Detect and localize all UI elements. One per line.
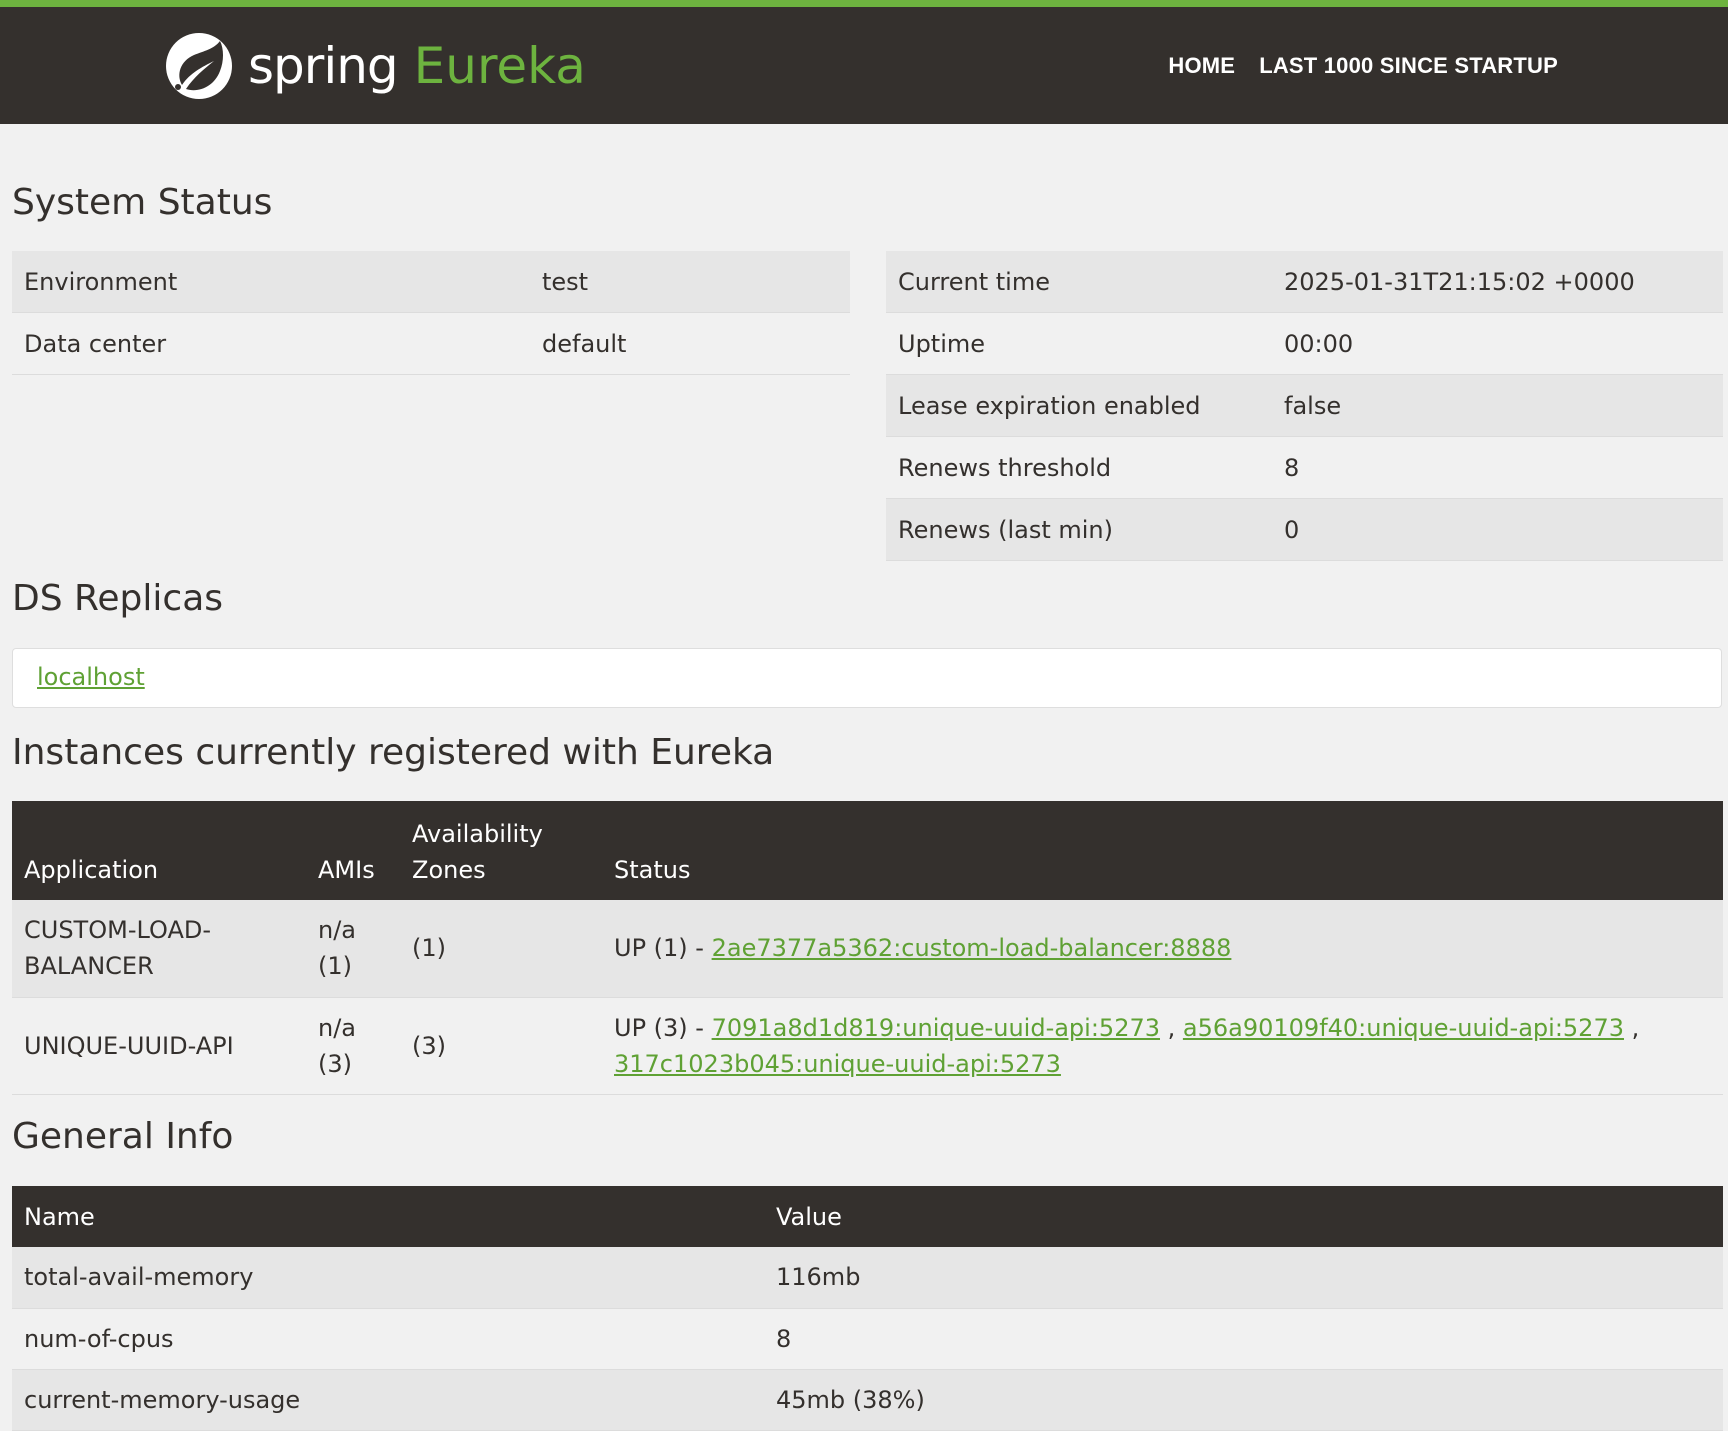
amis-cell: n/a (1) xyxy=(306,900,400,998)
brand-spring-text: spring xyxy=(248,37,399,95)
instances-table: Application AMIs Availability Zones Stat… xyxy=(12,801,1723,1095)
col-header-status: Status xyxy=(602,801,1723,900)
nav-last1000-link[interactable]: LAST 1000 SINCE STARTUP xyxy=(1259,53,1558,79)
zones-header-line1: Availability xyxy=(412,820,543,848)
table-row: total-avail-memory 116mb xyxy=(12,1247,1723,1309)
table-row: Renews threshold 8 xyxy=(886,436,1723,499)
spring-leaf-logo-icon xyxy=(164,31,234,101)
amis-line1: n/a xyxy=(318,916,357,945)
info-name: current-memory-usage xyxy=(12,1369,764,1431)
info-value: 45mb (38%) xyxy=(764,1369,1723,1431)
col-header-name: Name xyxy=(12,1186,764,1247)
system-status-left-table: Environment test Data center default xyxy=(12,251,850,375)
instance-link[interactable]: 2ae7377a5362:custom-load-balancer:8888 xyxy=(712,934,1232,962)
status-prefix: UP (3) - xyxy=(614,1013,712,1042)
table-row: Current time 2025-01-31T21:15:02 +0000 xyxy=(886,251,1723,313)
info-value: 8 xyxy=(764,1308,1723,1370)
status-label: Uptime xyxy=(886,312,1272,375)
status-value: default xyxy=(530,312,850,375)
instance-link[interactable]: 317c1023b045:unique-uuid-api:5273 xyxy=(614,1050,1061,1078)
info-name: num-of-cpus xyxy=(12,1308,764,1370)
status-cell: UP (1) - 2ae7377a5362:custom-load-balanc… xyxy=(602,900,1723,998)
zones-cell: (3) xyxy=(400,997,602,1095)
main-nav: HOME LAST 1000 SINCE STARTUP xyxy=(1168,53,1558,79)
brand-eureka-text: Eureka xyxy=(413,37,586,95)
table-row: Data center default xyxy=(12,312,850,375)
ds-replicas-panel: localhost xyxy=(12,648,1722,708)
amis-line1: n/a xyxy=(318,1013,357,1042)
status-prefix: UP (1) - xyxy=(614,934,712,963)
col-header-application: Application xyxy=(12,801,306,900)
table-row: CUSTOM-LOAD- BALANCER n/a (1) (1) UP (1)… xyxy=(12,900,1723,998)
status-value: 0 xyxy=(1272,498,1723,561)
table-row: Environment test xyxy=(12,251,850,313)
status-label: Lease expiration enabled xyxy=(886,374,1272,437)
amis-line2: (3) xyxy=(318,1049,352,1078)
system-status-right-table: Current time 2025-01-31T21:15:02 +0000 U… xyxy=(886,251,1723,561)
general-info-table: Name Value total-avail-memory 116mb num-… xyxy=(12,1186,1723,1431)
table-header-row: Application AMIs Availability Zones Stat… xyxy=(12,801,1723,900)
col-header-value: Value xyxy=(764,1186,1723,1247)
status-label: Renews (last min) xyxy=(886,498,1272,561)
instances-title: Instances currently registered with Eure… xyxy=(12,732,775,773)
top-accent-bar xyxy=(0,0,1728,7)
col-header-zones: Availability Zones xyxy=(400,801,602,900)
app-name-line2: BALANCER xyxy=(24,952,154,981)
link-separator: , xyxy=(1623,1013,1640,1042)
system-status-title: System Status xyxy=(12,182,273,223)
link-separator: , xyxy=(1160,1013,1183,1042)
app-name-line1: CUSTOM-LOAD- xyxy=(24,916,212,945)
info-name: total-avail-memory xyxy=(12,1247,764,1309)
table-row: num-of-cpus 8 xyxy=(12,1308,1723,1370)
brand-logo[interactable]: spring Eureka xyxy=(164,31,586,101)
status-value: false xyxy=(1272,374,1723,437)
status-value: 00:00 xyxy=(1272,312,1723,375)
table-row: current-memory-usage 45mb (38%) xyxy=(12,1369,1723,1431)
replica-localhost-link[interactable]: localhost xyxy=(37,663,145,691)
table-header-row: Name Value xyxy=(12,1186,1723,1247)
status-label: Current time xyxy=(886,251,1272,313)
application-cell: CUSTOM-LOAD- BALANCER xyxy=(12,900,306,998)
navbar: spring Eureka HOME LAST 1000 SINCE START… xyxy=(0,7,1728,124)
table-row: Renews (last min) 0 xyxy=(886,498,1723,561)
status-cell: UP (3) - 7091a8d1d819:unique-uuid-api:52… xyxy=(602,997,1723,1095)
status-label: Environment xyxy=(12,251,530,313)
status-value: test xyxy=(530,251,850,313)
ds-replicas-title: DS Replicas xyxy=(12,578,224,619)
zones-header-line2: Zones xyxy=(412,856,486,884)
info-value: 116mb xyxy=(764,1247,1723,1309)
amis-cell: n/a (3) xyxy=(306,997,400,1095)
zones-cell: (1) xyxy=(400,900,602,998)
col-header-amis: AMIs xyxy=(306,801,400,900)
status-value: 2025-01-31T21:15:02 +0000 xyxy=(1272,251,1723,313)
instance-link[interactable]: 7091a8d1d819:unique-uuid-api:5273 xyxy=(712,1014,1160,1042)
table-row: Lease expiration enabled false xyxy=(886,374,1723,437)
table-row: Uptime 00:00 xyxy=(886,312,1723,375)
status-label: Renews threshold xyxy=(886,436,1272,499)
status-value: 8 xyxy=(1272,436,1723,499)
general-info-title: General Info xyxy=(12,1116,234,1157)
table-row: UNIQUE-UUID-API n/a (3) (3) UP (3) - 709… xyxy=(12,997,1723,1095)
amis-line2: (1) xyxy=(318,952,352,981)
application-cell: UNIQUE-UUID-API xyxy=(12,997,306,1095)
instance-link[interactable]: a56a90109f40:unique-uuid-api:5273 xyxy=(1183,1014,1624,1042)
status-label: Data center xyxy=(12,312,530,375)
nav-home-link[interactable]: HOME xyxy=(1168,53,1235,79)
